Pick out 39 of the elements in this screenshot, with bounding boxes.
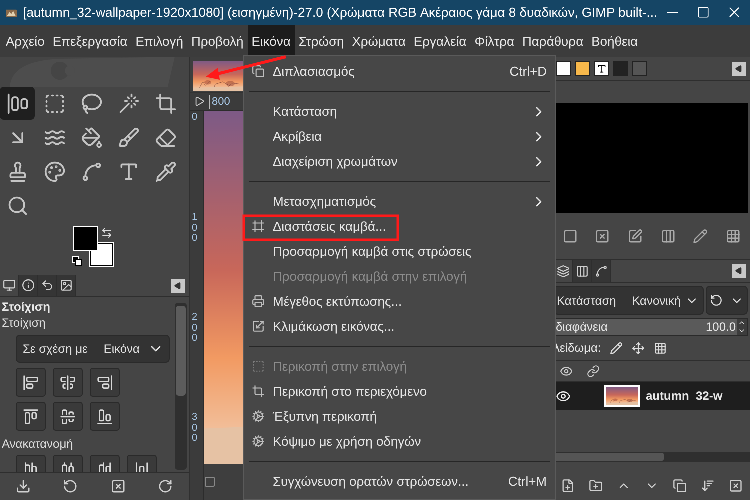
ruler-label: 0: [192, 113, 198, 124]
menu-title[interactable]: Επεξεργασία: [48, 25, 132, 57]
menu-item[interactable]: Περικοπή στο περιεχόμενο: [244, 379, 555, 404]
menu-item[interactable]: Διπλασιασμός Ctrl+D: [244, 59, 555, 84]
menu-title[interactable]: Στρώση: [294, 25, 348, 57]
menu-item[interactable]: Έξυπνη περικοπή: [244, 404, 555, 429]
menu-item[interactable]: Διαστάσεις καμβά...: [244, 214, 555, 239]
panel-title: Στοίχιση: [2, 299, 52, 315]
section-label: Στοίχιση: [2, 315, 47, 331]
window-title: [autumn_32-wallpaper-1920x1080] (εισηγμένη)-27.0 (Χρώματα RGB Ακέραιος γάμα 8 δυαδικών, GIMP built-...: [23, 5, 658, 20]
menu-title[interactable]: Φίλτρα: [470, 25, 519, 57]
menu-item[interactable]: Κόψιμο με χρήση οδηγών: [244, 429, 555, 454]
menu-item[interactable]: Ακρίβεια: [244, 124, 555, 149]
relative-to-dropdown[interactable]: Σε σχέση με Εικόνα: [16, 335, 170, 363]
ruler-label: 300: [192, 413, 198, 444]
menu-item[interactable]: Προσαρμογή καμβά στις στρώσεις: [244, 239, 555, 264]
ruler-label: 100: [192, 213, 198, 244]
menu-item[interactable]: Κλιμάκωση εικόνας...: [244, 314, 555, 339]
menu-item[interactable]: Κατάσταση: [244, 99, 555, 124]
menu-title[interactable]: Παράθυρα: [518, 25, 588, 57]
menu-item[interactable]: Συγχώνευση ορατών στρώσεων... Ctrl+M: [244, 469, 555, 494]
menu-title[interactable]: Επιλογή: [132, 25, 188, 57]
lock-label: λείδωμα:: [554, 341, 602, 355]
menu-title[interactable]: Βοήθεια: [588, 25, 642, 57]
ruler-label: 200: [192, 313, 198, 344]
menu-title[interactable]: Προβολή: [188, 25, 248, 57]
menu-item[interactable]: Μετασχηματισμός: [244, 189, 555, 214]
opacity-field[interactable]: διαφάνεια 100.0: [554, 318, 748, 336]
menu-title[interactable]: Εργαλεία: [410, 25, 471, 57]
section-label: Ανακατανομή: [2, 436, 74, 452]
menu-title[interactable]: Εικόνα: [248, 25, 295, 57]
menu-title[interactable]: Χρώματα: [348, 25, 410, 57]
layer-row[interactable]: autumn_32-w: [554, 382, 750, 410]
menu-item[interactable]: Μέγεθος εκτύπωσης...: [244, 289, 555, 314]
mode-dropdown[interactable]: Κατάσταση Κανονική: [554, 286, 704, 315]
menu-title[interactable]: Αρχείο: [2, 25, 49, 57]
menu-item[interactable]: Διαχείριση χρωμάτων: [244, 149, 555, 174]
ruler-label: 800: [209, 94, 230, 108]
layer-name: autumn_32-w: [646, 389, 723, 403]
